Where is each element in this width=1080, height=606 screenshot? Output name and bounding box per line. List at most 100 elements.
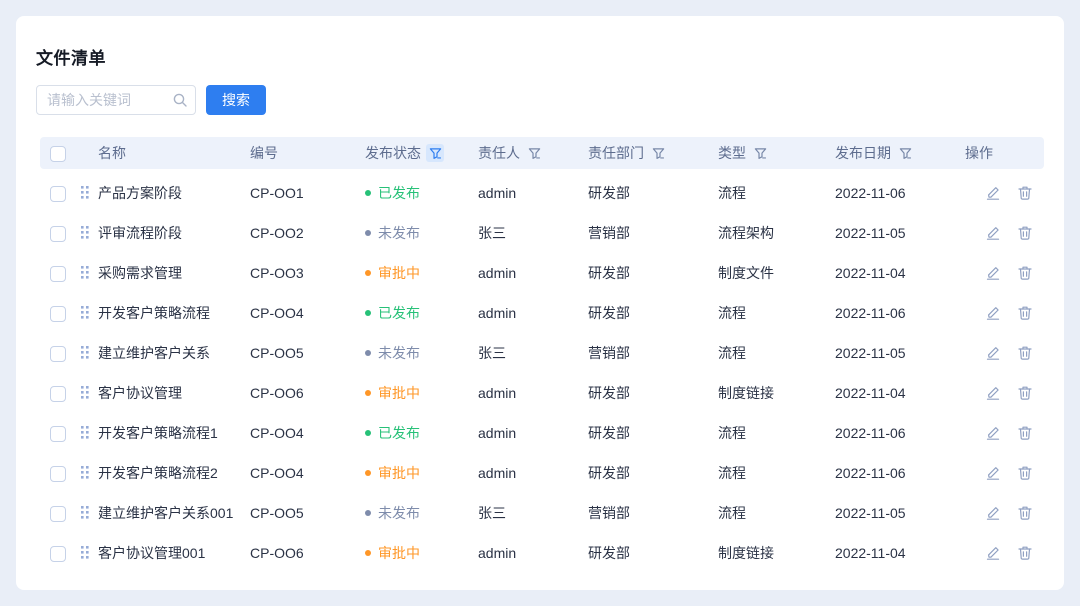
edit-icon[interactable]: [985, 425, 1001, 441]
drag-handle-icon[interactable]: [80, 185, 90, 200]
cell-code: CP-OO4: [250, 425, 365, 441]
filter-icon[interactable]: [525, 144, 543, 162]
delete-icon[interactable]: [1017, 305, 1033, 321]
status-label: 审批中: [378, 383, 420, 403]
search-button[interactable]: 搜索: [206, 85, 266, 115]
status-label: 未发布: [378, 503, 420, 523]
drag-cell: [80, 263, 98, 283]
drag-handle-icon[interactable]: [80, 305, 90, 320]
edit-icon[interactable]: [985, 185, 1001, 201]
table-row: 开发客户策略流程1 CP-OO4 已发布 admin 研发部 流程 2022-1…: [40, 413, 1044, 453]
drag-handle-icon[interactable]: [80, 265, 90, 280]
row-checkbox[interactable]: [50, 466, 66, 482]
toolbar: 搜索: [36, 85, 1044, 115]
row-checkbox[interactable]: [50, 386, 66, 402]
delete-icon[interactable]: [1017, 505, 1033, 521]
drag-handle-icon[interactable]: [80, 225, 90, 240]
edit-icon[interactable]: [985, 305, 1001, 321]
row-checkbox-cell: [40, 184, 80, 201]
status-dot-icon: [365, 310, 371, 316]
cell-name: 建立维护客户关系: [98, 343, 250, 363]
drag-cell: [80, 423, 98, 443]
edit-icon[interactable]: [985, 225, 1001, 241]
delete-icon[interactable]: [1017, 225, 1033, 241]
row-checkbox[interactable]: [50, 426, 66, 442]
column-header: 名称: [98, 143, 250, 163]
edit-icon[interactable]: [985, 265, 1001, 281]
row-checkbox[interactable]: [50, 506, 66, 522]
cell-owner: admin: [478, 465, 588, 481]
edit-icon[interactable]: [985, 505, 1001, 521]
delete-icon[interactable]: [1017, 345, 1033, 361]
row-checkbox-cell: [40, 544, 80, 561]
drag-handle-icon[interactable]: [80, 425, 90, 440]
cell-name: 开发客户策略流程1: [98, 423, 250, 443]
drag-handle-icon[interactable]: [80, 505, 90, 520]
column-header: 责任部门: [588, 143, 718, 163]
cell-name: 采购需求管理: [98, 263, 250, 283]
cell-department: 营销部: [588, 503, 718, 523]
cell-date: 2022-11-06: [835, 185, 965, 201]
file-table: 名称 编号 发布状态 责任人 责任部门 类型: [40, 137, 1044, 573]
filter-icon[interactable]: [896, 144, 914, 162]
cell-owner: 张三: [478, 223, 588, 243]
cell-operations: [965, 465, 1044, 481]
search-icon: [172, 92, 188, 108]
column-header: 责任人: [478, 143, 588, 163]
delete-icon[interactable]: [1017, 385, 1033, 401]
status-label: 审批中: [378, 463, 420, 483]
table-row: 开发客户策略流程2 CP-OO4 审批中 admin 研发部 流程 2022-1…: [40, 453, 1044, 493]
filter-icon[interactable]: [751, 144, 769, 162]
cell-owner: admin: [478, 385, 588, 401]
drag-handle-icon[interactable]: [80, 465, 90, 480]
row-checkbox[interactable]: [50, 346, 66, 362]
delete-icon[interactable]: [1017, 185, 1033, 201]
edit-icon[interactable]: [985, 385, 1001, 401]
status-dot-icon: [365, 470, 371, 476]
select-all-checkbox[interactable]: [50, 146, 66, 162]
cell-department: 研发部: [588, 463, 718, 483]
table-body: 产品方案阶段 CP-OO1 已发布 admin 研发部 流程 2022-11-0…: [40, 173, 1044, 573]
cell-name: 建立维护客户关系001: [98, 503, 250, 523]
filter-icon[interactable]: [649, 144, 667, 162]
drag-handle-icon[interactable]: [80, 385, 90, 400]
edit-icon[interactable]: [985, 545, 1001, 561]
row-checkbox-cell: [40, 344, 80, 361]
row-checkbox[interactable]: [50, 186, 66, 202]
table-row: 开发客户策略流程 CP-OO4 已发布 admin 研发部 流程 2022-11…: [40, 293, 1044, 333]
row-checkbox[interactable]: [50, 266, 66, 282]
cell-owner: admin: [478, 185, 588, 201]
edit-icon[interactable]: [985, 465, 1001, 481]
cell-status: 审批中: [365, 463, 478, 483]
status-dot-icon: [365, 430, 371, 436]
drag-handle-icon[interactable]: [80, 345, 90, 360]
edit-icon[interactable]: [985, 345, 1001, 361]
drag-cell: [80, 223, 98, 243]
drag-cell: [80, 343, 98, 363]
cell-operations: [965, 345, 1044, 361]
status-label: 未发布: [378, 343, 420, 363]
cell-date: 2022-11-04: [835, 385, 965, 401]
table-row: 评审流程阶段 CP-OO2 未发布 张三 营销部 流程架构 2022-11-05: [40, 213, 1044, 253]
row-checkbox[interactable]: [50, 306, 66, 322]
cell-status: 审批中: [365, 263, 478, 283]
drag-cell: [80, 303, 98, 323]
delete-icon[interactable]: [1017, 545, 1033, 561]
delete-icon[interactable]: [1017, 465, 1033, 481]
row-checkbox-cell: [40, 504, 80, 521]
drag-handle-icon[interactable]: [80, 545, 90, 560]
delete-icon[interactable]: [1017, 425, 1033, 441]
row-checkbox[interactable]: [50, 546, 66, 562]
status-label: 已发布: [378, 303, 420, 323]
table-row: 客户协议管理 CP-OO6 审批中 admin 研发部 制度链接 2022-11…: [40, 373, 1044, 413]
column-header: 发布日期: [835, 143, 965, 163]
cell-code: CP-OO1: [250, 185, 365, 201]
cell-status: 未发布: [365, 503, 478, 523]
cell-owner: admin: [478, 265, 588, 281]
cell-owner: admin: [478, 545, 588, 561]
filter-icon[interactable]: [426, 144, 444, 162]
drag-cell: [80, 463, 98, 483]
row-checkbox[interactable]: [50, 226, 66, 242]
cell-status: 已发布: [365, 423, 478, 443]
delete-icon[interactable]: [1017, 265, 1033, 281]
